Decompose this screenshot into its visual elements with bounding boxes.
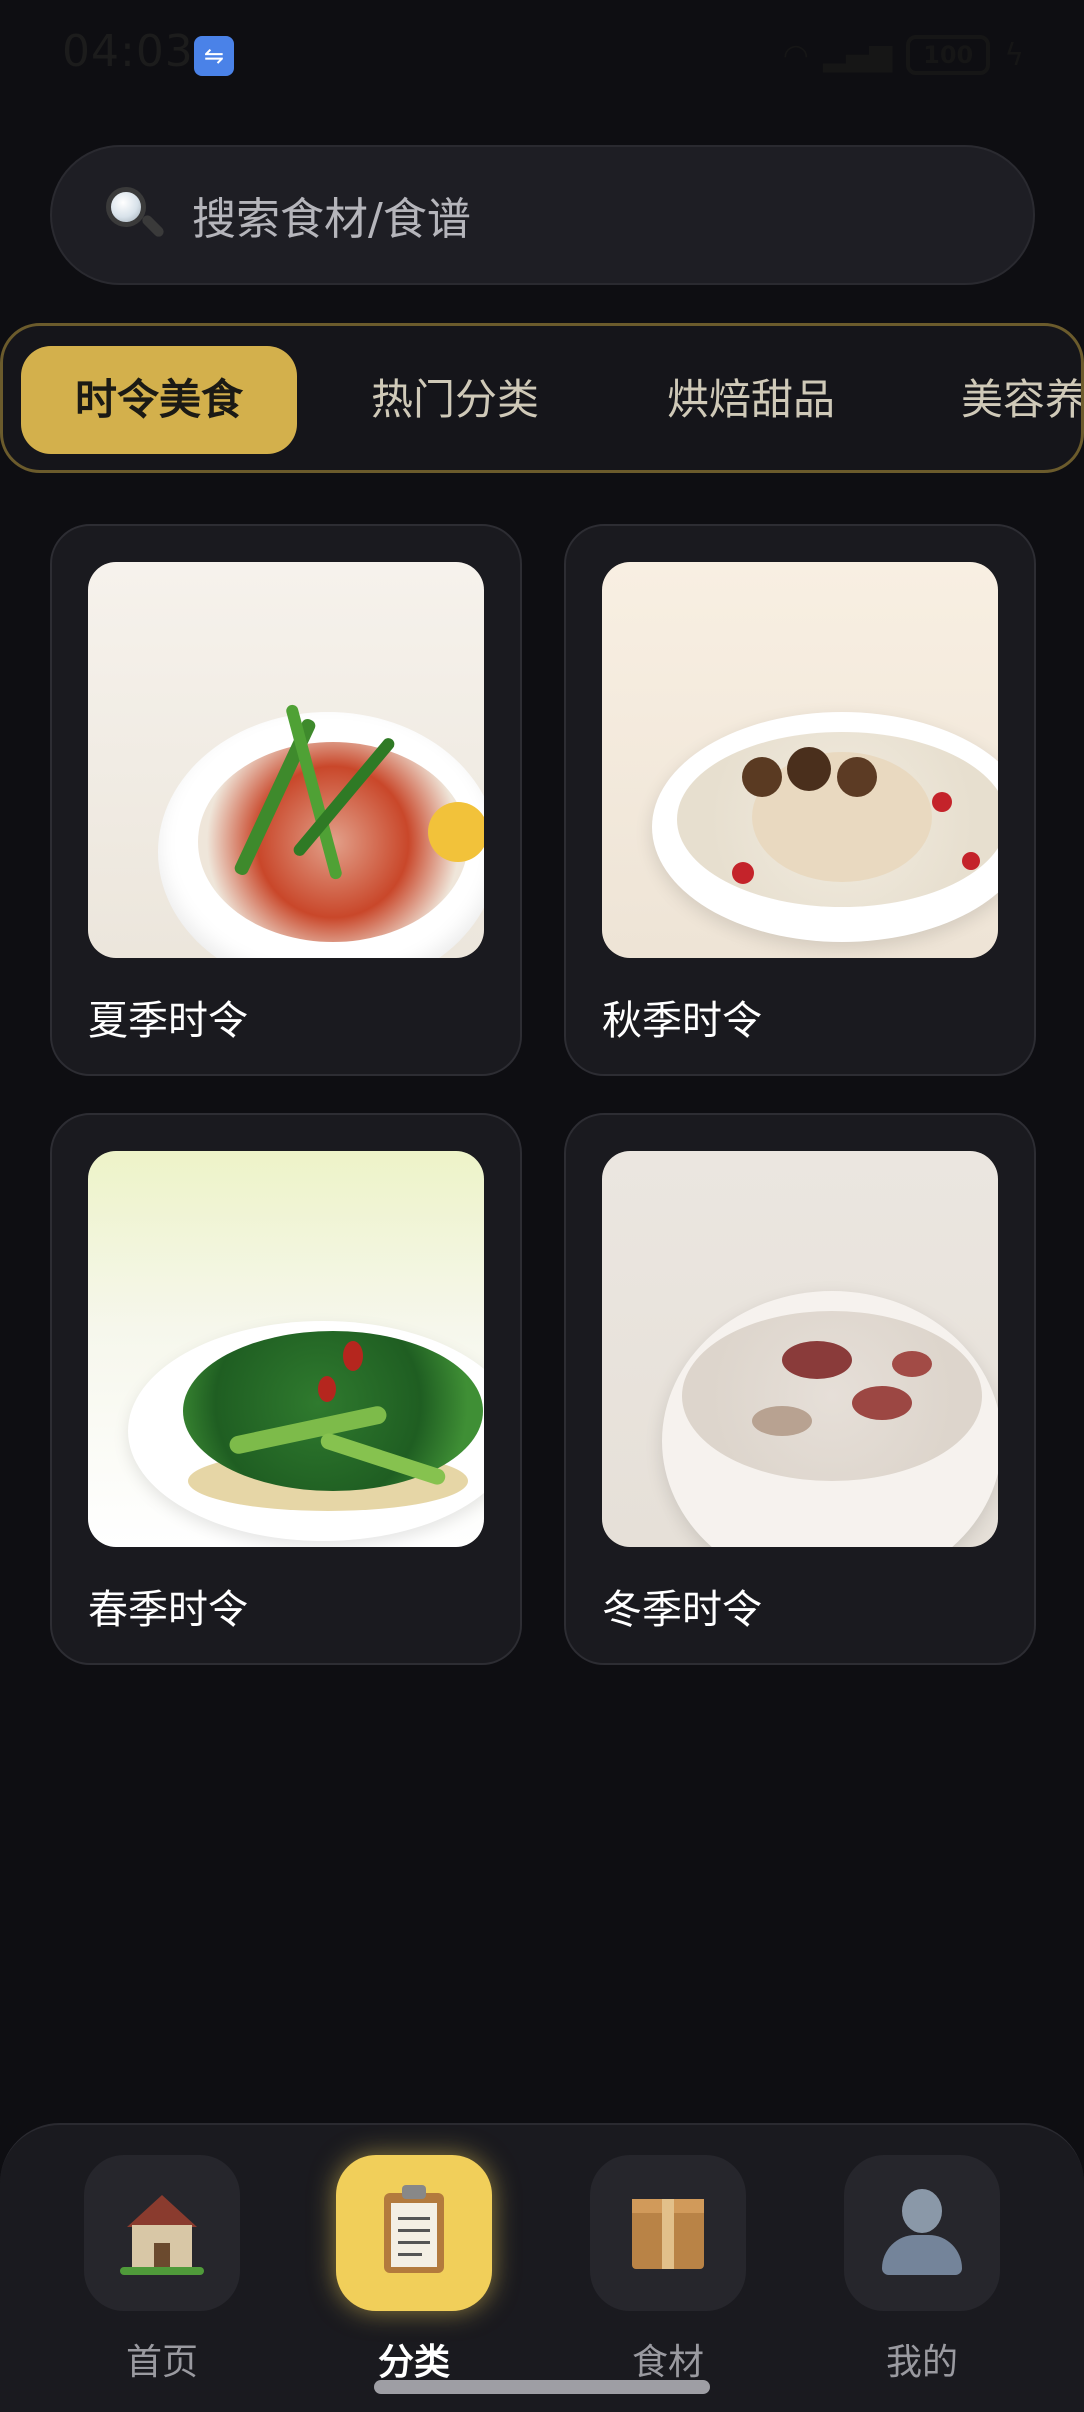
charging-icon: ϟ bbox=[1004, 37, 1024, 73]
app-screen: 04:03 ⇋ ◠ ▂▄▆ 100 ϟ 搜索食材/食谱 时令美食 热门分类 烘焙… bbox=[0, 0, 1084, 2412]
home-indicator[interactable] bbox=[374, 2380, 710, 2394]
category-card-spring[interactable]: 春季时令 bbox=[50, 1113, 522, 1665]
usb-icon: ⇋ bbox=[194, 36, 234, 76]
nav-item-ingredients[interactable]: 食材 bbox=[588, 2155, 748, 2385]
clipboard-icon bbox=[336, 2155, 492, 2311]
nav-label: 首页 bbox=[125, 2342, 198, 2383]
category-tabs: 时令美食 热门分类 烘焙甜品 美容养 bbox=[0, 323, 1084, 473]
search-input[interactable]: 搜索食材/食谱 bbox=[192, 183, 471, 247]
tab-baking-desserts[interactable]: 烘焙甜品 bbox=[667, 346, 835, 454]
status-bar: 04:03 ⇋ ◠ ▂▄▆ 100 ϟ bbox=[0, 0, 1084, 110]
card-label: 秋季时令 bbox=[602, 998, 762, 1044]
summer-dish-image bbox=[88, 562, 484, 958]
card-label: 夏季时令 bbox=[88, 998, 248, 1044]
package-icon bbox=[590, 2155, 746, 2311]
nav-item-category[interactable]: 分类 bbox=[334, 2155, 494, 2385]
nav-label: 食材 bbox=[631, 2342, 704, 2383]
status-indicators: ◠ ▂▄▆ 100 ϟ bbox=[783, 30, 1024, 80]
tab-seasonal-food[interactable]: 时令美食 bbox=[21, 346, 297, 454]
category-card-autumn[interactable]: 秋季时令 bbox=[564, 524, 1036, 1076]
spring-dish-image bbox=[88, 1151, 484, 1547]
wifi-icon: ◠ bbox=[782, 37, 809, 73]
tab-popular-categories[interactable]: 热门分类 bbox=[371, 346, 539, 454]
category-card-winter[interactable]: 冬季时令 bbox=[564, 1113, 1036, 1665]
house-icon bbox=[84, 2155, 240, 2311]
search-icon bbox=[102, 185, 166, 245]
signal-icon: ▂▄▆ bbox=[822, 37, 893, 73]
nav-label: 分类 bbox=[377, 2342, 450, 2383]
tab-beauty-health[interactable]: 美容养 bbox=[961, 346, 1081, 454]
search-bar[interactable]: 搜索食材/食谱 bbox=[50, 145, 1035, 285]
winter-dish-image bbox=[602, 1151, 998, 1547]
person-icon bbox=[844, 2155, 1000, 2311]
battery-indicator: 100 bbox=[906, 35, 991, 75]
category-card-summer[interactable]: 夏季时令 bbox=[50, 524, 522, 1076]
nav-item-home[interactable]: 首页 bbox=[82, 2155, 242, 2385]
card-label: 冬季时令 bbox=[602, 1587, 762, 1633]
card-label: 春季时令 bbox=[88, 1587, 248, 1633]
nav-item-profile[interactable]: 我的 bbox=[842, 2155, 1002, 2385]
bottom-navigation: 首页 分类 食材 我的 bbox=[0, 2123, 1084, 2412]
status-time: 04:03 bbox=[62, 26, 194, 77]
autumn-dish-image bbox=[602, 562, 998, 958]
nav-label: 我的 bbox=[885, 2342, 958, 2383]
